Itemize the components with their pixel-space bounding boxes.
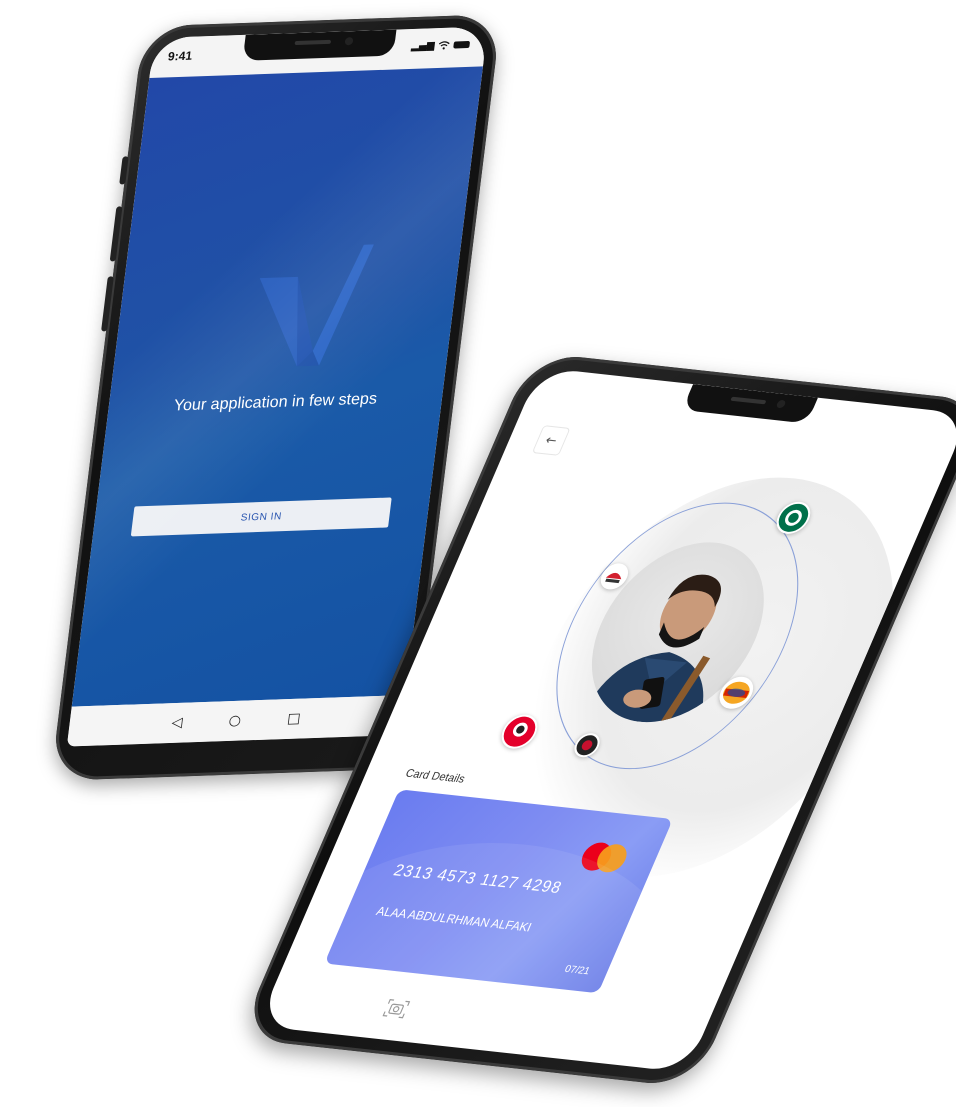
sign-in-button[interactable]: SIGN IN: [130, 497, 392, 537]
nav-home-icon[interactable]: ○: [228, 713, 242, 729]
card-expiry: 07/21: [562, 963, 592, 978]
battery-icon: [453, 40, 471, 49]
status-time: 9:41: [167, 48, 194, 64]
tagline: Your application in few steps: [172, 390, 379, 415]
nav-back-icon[interactable]: ◁: [171, 715, 184, 731]
card-number: 2313 4573 1127 4298: [390, 862, 565, 898]
signal-icon: ▂▄▆: [410, 40, 436, 53]
notch: [242, 29, 397, 61]
mastercard-logo-icon: [577, 841, 632, 874]
card-holder-name: ALAA ABDULRHMAN ALFAKI: [374, 903, 534, 935]
credit-card[interactable]: 2313 4573 1127 4298 ALAA ABDULRHMAN ALFA…: [324, 789, 673, 994]
camera-scan-icon[interactable]: [382, 999, 411, 1019]
app-logo-icon: [259, 244, 374, 367]
back-button[interactable]: ←: [531, 425, 571, 456]
status-icons: ▂▄▆: [411, 39, 471, 52]
nav-recents-icon[interactable]: □: [286, 711, 301, 727]
back-arrow-icon: ←: [542, 432, 560, 449]
card-details-title: Card Details: [403, 767, 467, 786]
wifi-icon: [438, 41, 450, 50]
